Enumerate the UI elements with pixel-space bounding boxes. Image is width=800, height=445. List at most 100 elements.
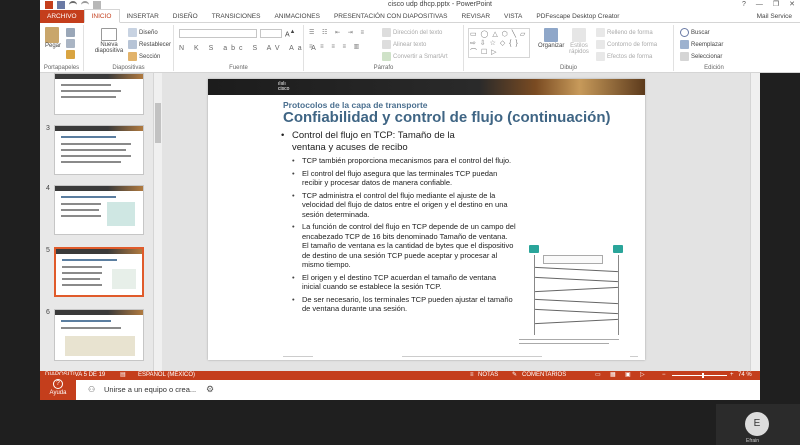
footer-center [401,356,542,357]
slide-number: 5 [46,247,50,254]
cut-icon[interactable] [66,28,75,37]
help-icon[interactable]: ? [742,0,746,10]
shape-fill-button[interactable]: Relleno de forma [596,28,653,37]
slide-thumbnail-6[interactable] [54,309,144,361]
thumb-line [61,84,111,86]
thumb-header [55,310,143,315]
powerpoint-logo-icon [45,1,53,9]
thumbnail-scrollbar[interactable] [153,73,162,371]
user-account[interactable]: Mail Service [757,13,800,20]
text-direction-button[interactable]: Dirección del texto [382,28,442,37]
ribbon-tabs: ARCHIVO INICIO INSERTAR DISEÑO TRANSICIO… [40,9,800,23]
align-text-button[interactable]: Alinear texto [382,40,426,49]
zoom-in-icon[interactable]: + [730,371,734,380]
restore-icon[interactable]: ❐ [773,0,779,10]
scroll-thumb[interactable] [155,103,161,143]
spelling-icon[interactable]: ▤ [120,371,126,380]
left-dark-area [0,0,40,445]
list-buttons[interactable]: ☰ ☷ ⇤ ⇥ ≡ [309,29,367,36]
thumb-line [61,215,101,217]
slide-thumbnail-3[interactable] [54,125,144,175]
ack-arrow [535,286,618,293]
tab-revisar[interactable]: REVISAR [455,10,498,23]
save-icon[interactable] [57,1,65,9]
section-button[interactable]: Sección [128,52,160,61]
font-name-combo[interactable] [179,29,257,38]
tab-pdfescape[interactable]: PDFescape Desktop Creator [529,10,626,23]
find-button[interactable]: Buscar [680,28,710,37]
minimize-icon[interactable]: — [756,0,763,10]
font-format-buttons[interactable]: N K S abc S AV Aa A [179,45,320,52]
tab-archivo[interactable]: ARCHIVO [40,9,84,23]
copy-icon[interactable] [66,39,75,48]
list-item: El origen y el destino TCP acuerdan el t… [291,273,516,292]
zoom-level[interactable]: 74 % [738,371,752,380]
thumb-header [56,249,142,254]
arrange-button[interactable]: Organizar [538,28,564,49]
reset-button[interactable]: Restablecer [128,40,171,49]
shape-effects-button[interactable]: Efectos de forma [596,52,652,61]
thumb-line [61,327,121,329]
layout-button[interactable]: Diseño [128,28,158,37]
diagram-legend [519,337,635,347]
undo-icon[interactable] [69,1,77,9]
tab-vista[interactable]: VISTA [497,10,529,23]
slide-sorter-icon[interactable]: ▦ [610,371,616,380]
list-item: El control del flujo asegura que las ter… [291,169,516,188]
zoom-out-icon[interactable]: − [662,371,666,380]
quick-access-toolbar [45,1,101,9]
tab-animaciones[interactable]: ANIMACIONES [267,10,327,23]
language-indicator[interactable]: ESPAÑOL (MÉXICO) [138,371,195,380]
zoom-slider[interactable] [672,375,727,376]
thumb-header [55,186,143,191]
tab-insertar[interactable]: INSERTAR [120,10,166,23]
destination-timeline [618,255,619,335]
join-team-text[interactable]: Unirse a un equipo o crea... [104,385,196,394]
slide-thumbnail[interactable] [54,73,144,115]
grow-font-icon[interactable]: A▲ [285,29,295,38]
title-bar: cisco udp dhcp.pptx - PowerPoint ? — ❐ ✕ [40,0,800,10]
paste-button[interactable]: Pegar [45,27,61,49]
tab-diseno[interactable]: DISEÑO [166,10,205,23]
tab-presentacion[interactable]: PRESENTACIÓN CON DIAPOSITIVAS [327,10,455,23]
thumb-image [65,336,135,356]
gear-icon[interactable]: ⚙ [206,384,214,395]
group-label: Diapositivas [112,65,145,71]
list-item: La función de control del flujo en TCP d… [291,222,516,270]
footer-right [630,356,638,357]
slide-number: 6 [46,309,50,316]
effects-icon [596,52,605,61]
smartart-button[interactable]: Convertir a SmartArt [382,52,448,61]
normal-view-icon[interactable]: ▭ [595,371,601,380]
font-size-combo[interactable] [260,29,282,38]
close-icon[interactable]: ✕ [789,0,795,10]
redo-icon[interactable] [81,1,89,9]
help-button[interactable]: ? Ayuda [40,375,76,402]
group-label: Párrafo [373,65,394,71]
shape-outline-button[interactable]: Contorno de forma [596,40,657,49]
reading-view-icon[interactable]: ▣ [625,371,631,380]
replace-button[interactable]: Reemplazar [680,40,723,49]
zoom-slider-knob[interactable] [702,373,704,378]
canvas-scrollbar[interactable] [750,73,760,371]
segment-arrow [535,298,618,305]
thumb-line [61,320,111,322]
group-label: Fuente [229,65,248,71]
align-buttons[interactable]: ≡ ≡ ≡ ≡ ▥ [309,43,362,50]
search-icon [680,28,689,37]
notes-button[interactable]: NOTAS [478,371,498,380]
shapes-gallery[interactable]: ▭ ◯ △ ⬡ ╲ ▱ ⇨ ⇩ ☆ ◇ { } ⌒ ☐ ▷ [468,28,530,58]
select-button[interactable]: Seleccionar [680,52,722,61]
comments-button[interactable]: COMENTARIOS [522,371,566,380]
quick-styles-button[interactable]: Estilos rápidos [568,28,590,55]
tab-inicio[interactable]: INICIO [83,9,120,23]
slide-left-margin [208,95,270,360]
format-painter-icon[interactable] [66,50,75,59]
slide-thumbnail-4[interactable] [54,185,144,235]
slide-thumbnail-5-selected[interactable] [54,247,144,297]
start-from-beginning-icon[interactable] [93,1,101,9]
tab-transiciones[interactable]: TRANSICIONES [205,10,268,23]
slideshow-icon[interactable]: ▷ [640,371,645,380]
new-slide-button[interactable]: Nueva diapositiva [94,28,124,54]
current-slide[interactable]: ılıılı cisco Protocolos de la capa de tra… [208,79,645,360]
